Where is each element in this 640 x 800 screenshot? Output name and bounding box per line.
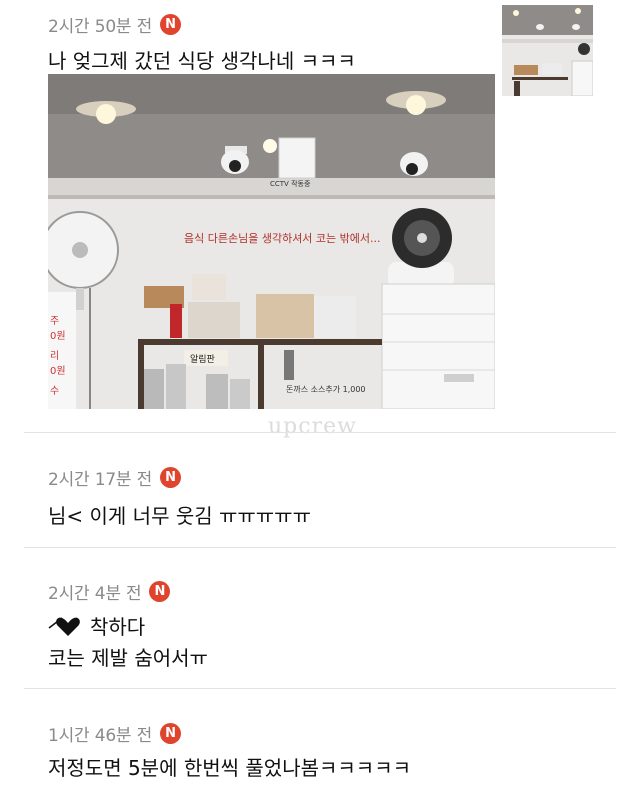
new-badge: N (160, 723, 182, 744)
comment-meta: 1시간 46분 전 N (48, 721, 182, 746)
svg-text:주: 주 (50, 316, 59, 327)
comment-meta: 2시간 4분 전 N (48, 579, 171, 604)
price-note: 돈까스 소스추가 1,000 (286, 385, 366, 394)
comment-time: 2시간 17분 전 (48, 470, 153, 490)
notice-sign: 알림판 (190, 353, 215, 365)
comment-text: 착하다 (90, 615, 146, 639)
black-heart-icon (48, 616, 80, 636)
comment-text-line1: 착하다 (48, 611, 145, 640)
svg-text:0원: 0원 (50, 330, 66, 342)
comment-time: 2시간 50분 전 (48, 17, 153, 37)
comment-text: 님< 이게 너무 웃김 ㅠㅠㅠㅠㅠ (48, 504, 311, 528)
new-badge: N (149, 581, 171, 602)
new-badge: N (160, 467, 182, 488)
comment-text: 저정도면 5분에 한번씩 풀었나봄ㅋㅋㅋㅋㅋ (48, 756, 411, 780)
new-badge: N (160, 14, 182, 35)
svg-text:리: 리 (50, 350, 59, 362)
comment-text: 나 엊그제 갔던 식당 생각나네 ㅋㅋㅋ (48, 49, 356, 73)
restaurant-photo: CCTV 작동중 음식 다른손님을 생각하셔서 코는 밖에서... 주 0원 리… (48, 74, 495, 409)
watermark: upcrew (268, 414, 357, 439)
divider (24, 547, 616, 548)
comment-photo[interactable]: CCTV 작동중 음식 다른손님을 생각하셔서 코는 밖에서... 주 0원 리… (48, 74, 495, 409)
thumbnail-image (502, 5, 593, 96)
cctv-sign: CCTV 작동중 (270, 179, 311, 188)
wall-banner: 음식 다른손님을 생각하셔서 코는 밖에서... (184, 231, 381, 245)
comment-time: 1시간 46분 전 (48, 726, 153, 746)
comment-meta: 2시간 50분 전 N (48, 12, 182, 37)
photo-thumbnail[interactable] (502, 5, 593, 96)
divider (24, 688, 616, 689)
comment-time: 2시간 4분 전 (48, 584, 142, 604)
divider (24, 432, 616, 433)
comment-text-line2: 코는 제발 숨어서ㅠ (48, 646, 208, 670)
svg-text:0원: 0원 (50, 365, 66, 377)
comment-meta: 2시간 17분 전 N (48, 465, 182, 490)
svg-text:수: 수 (50, 385, 59, 397)
